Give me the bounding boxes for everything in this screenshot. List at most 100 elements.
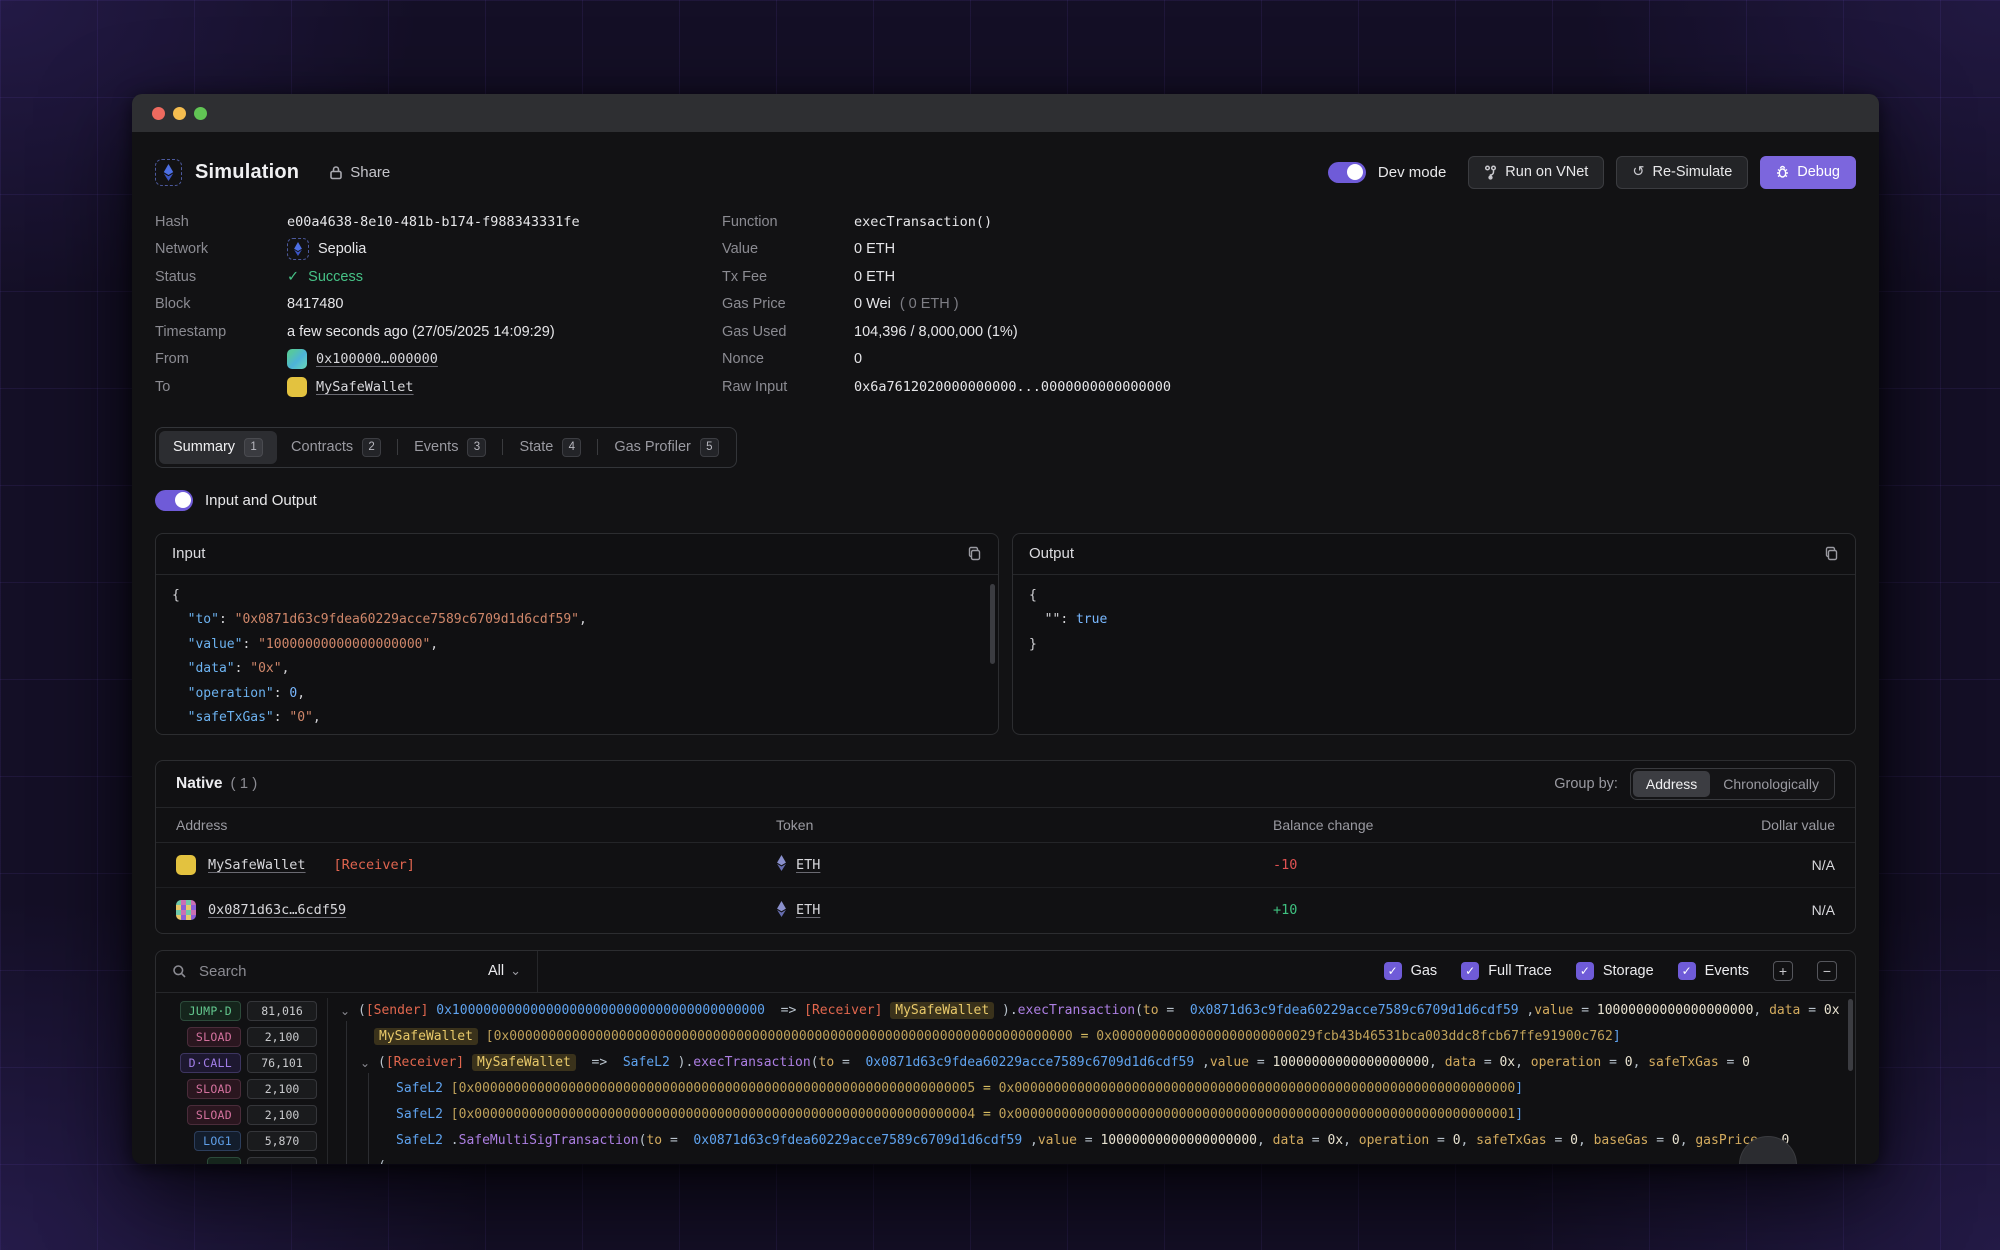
address-link[interactable]: MySafeWallet — [208, 857, 306, 873]
detail-value: execTransaction() — [854, 214, 992, 230]
address-link[interactable]: MySafeWallet — [316, 379, 414, 395]
gas-cost: 5,870 — [247, 1131, 317, 1151]
tab-label: State — [519, 439, 553, 455]
refresh-icon: ↺ — [1632, 164, 1644, 180]
group-by-option-address[interactable]: Address — [1633, 771, 1710, 797]
avatar — [287, 377, 307, 397]
trace-row[interactable]: SLOAD2,100SafeL2 [0x00000000000000000000… — [156, 1102, 1855, 1128]
run-on-vnet-button[interactable]: Run on VNet — [1468, 156, 1604, 189]
token-link[interactable]: ETH — [796, 902, 820, 918]
chevron-down-icon[interactable]: ⌄ — [340, 1004, 358, 1018]
detail-value: 0 ETH — [854, 269, 895, 285]
debug-button[interactable]: Debug — [1760, 156, 1856, 189]
minimize-window-button[interactable] — [173, 107, 186, 120]
collapse-all-button[interactable]: − — [1817, 961, 1837, 981]
search-icon — [172, 964, 187, 979]
filter-checkbox-events[interactable]: ✓Events — [1678, 962, 1749, 980]
address-link[interactable]: 0x0871d63c…6cdf59 — [208, 902, 346, 918]
detail-value: 0x6a7612020000000000...0000000000000000 — [854, 379, 1171, 395]
detail-value-text: 0 ETH — [854, 241, 895, 257]
table-row: 0x0871d63c…6cdf59ETH+10N/A — [156, 888, 1855, 933]
trace-line: ⌄( — [328, 1159, 1855, 1164]
detail-value: e00a4638-8e10-481b-b174-f988343331fe — [287, 214, 580, 230]
address-link[interactable]: 0x100000…000000 — [316, 351, 438, 367]
detail-label: Gas Used — [722, 324, 854, 340]
expand-all-button[interactable]: + — [1773, 961, 1793, 981]
detail-value: ✓Success — [287, 269, 363, 285]
token-link[interactable]: ETH — [796, 857, 820, 873]
tab-events[interactable]: Events3 — [400, 431, 500, 464]
tab-state[interactable]: State 4 — [505, 431, 595, 464]
trace-row[interactable]: JUMP·D81,016⌄([Sender] 0x100000000000000… — [156, 998, 1855, 1024]
tab-separator — [397, 439, 398, 455]
trace-scrollbar[interactable] — [1848, 999, 1853, 1071]
detail-value: 8417480 — [287, 296, 343, 312]
filter-checkbox-full-trace[interactable]: ✓Full Trace — [1461, 962, 1552, 980]
group-by-option-chronologically[interactable]: Chronologically — [1710, 771, 1832, 797]
dev-mode-toggle[interactable] — [1328, 162, 1366, 183]
trace-row[interactable]: LOG15,870SafeL2 .SafeMultiSigTransaction… — [156, 1128, 1855, 1154]
input-output-label: Input and Output — [205, 492, 317, 509]
tab-contracts[interactable]: Contracts2 — [277, 431, 395, 464]
dev-mode-label: Dev mode — [1378, 164, 1446, 181]
page-title: Simulation — [195, 161, 299, 184]
input-scrollbar[interactable] — [990, 584, 995, 664]
network-icon — [287, 238, 309, 260]
detail-value: 0 Wei ( 0 ETH ) — [854, 296, 959, 312]
share-button[interactable]: Share — [329, 164, 390, 181]
trace-gutter: JUMP·D81,016 — [156, 998, 328, 1024]
input-output-toggle[interactable] — [155, 490, 193, 511]
tab-shortcut-badge: 4 — [562, 438, 581, 457]
tab-label: Contracts — [291, 439, 353, 455]
trace-row[interactable]: ⌄( — [156, 1154, 1855, 1165]
maximize-window-button[interactable] — [194, 107, 207, 120]
trace-row[interactable]: D·CALL76,101⌄([Receiver] MySafeWallet =>… — [156, 1050, 1855, 1076]
filter-checkbox-storage[interactable]: ✓Storage — [1576, 962, 1654, 980]
detail-row: From0x100000…000000 — [155, 346, 722, 374]
chevron-down-icon[interactable]: ⌄ — [360, 1160, 378, 1165]
detail-row: Status✓Success — [155, 263, 722, 291]
code-line: "value": "10000000000000000000", — [172, 633, 982, 658]
close-window-button[interactable] — [152, 107, 165, 120]
chevron-down-icon[interactable]: ⌄ — [360, 1056, 378, 1070]
filter-label: Gas — [1411, 963, 1438, 979]
native-balance-panel: Native ( 1 ) Group by: AddressChronologi… — [155, 760, 1856, 934]
detail-row: Gas Price0 Wei ( 0 ETH ) — [722, 291, 1171, 319]
tab-summary[interactable]: Summary1 — [159, 431, 277, 464]
detail-row: Block8417480 — [155, 291, 722, 319]
detail-row: Timestampa few seconds ago (27/05/2025 1… — [155, 318, 722, 346]
tab-shortcut-badge: 5 — [700, 438, 719, 457]
summary-tabs: Summary1Contracts2Events3 State 4 Gas Profi… — [155, 427, 737, 468]
trace-search[interactable]: Search All ⌄ — [156, 951, 538, 992]
check-icon: ✓ — [287, 269, 299, 285]
trace-line: MySafeWallet [0x000000000000000000000000… — [328, 1028, 1855, 1045]
detail-value-text: e00a4638-8e10-481b-b174-f988343331fe — [287, 214, 580, 230]
resimulate-button[interactable]: ↺ Re-Simulate — [1616, 156, 1748, 189]
trace-row[interactable]: SLOAD2,100MySafeWallet [0x00000000000000… — [156, 1024, 1855, 1050]
tab-gas-profiler[interactable]: Gas Profiler 5 — [600, 431, 733, 464]
gas-cost: 2,100 — [247, 1079, 317, 1099]
detail-value: 0 — [854, 351, 862, 367]
tab-shortcut-badge: 3 — [467, 438, 486, 457]
opcode-badge: D·CALL — [180, 1053, 241, 1073]
detail-label: Value — [722, 241, 854, 257]
input-panel: Input { "to": "0x0871d63c9fdea60229acce7… — [155, 533, 999, 735]
detail-value: 104,396 / 8,000,000 (1%) — [854, 324, 1018, 340]
chevron-down-icon: ⌄ — [510, 963, 521, 979]
detail-row: Tx Fee0 ETH — [722, 263, 1171, 291]
detail-value: 0x100000…000000 — [287, 349, 438, 369]
trace-row[interactable]: SLOAD2,100SafeL2 [0x00000000000000000000… — [156, 1076, 1855, 1102]
detail-value: a few seconds ago (27/05/2025 14:09:29) — [287, 324, 555, 340]
copy-output-button[interactable] — [1824, 546, 1839, 561]
detail-label: Status — [155, 269, 287, 285]
copy-input-button[interactable] — [967, 546, 982, 561]
detail-label: Tx Fee — [722, 269, 854, 285]
filter-checkbox-gas[interactable]: ✓Gas — [1384, 962, 1438, 980]
detail-row: ToMySafeWallet — [155, 373, 722, 401]
opcode-badge: SLOAD — [187, 1027, 241, 1047]
bug-icon — [1776, 165, 1789, 179]
detail-value-text: 0x6a7612020000000000...0000000000000000 — [854, 379, 1171, 395]
search-scope-dropdown[interactable]: All ⌄ — [488, 963, 521, 979]
detail-label: Timestamp — [155, 324, 287, 340]
tab-label: Gas Profiler — [614, 439, 691, 455]
